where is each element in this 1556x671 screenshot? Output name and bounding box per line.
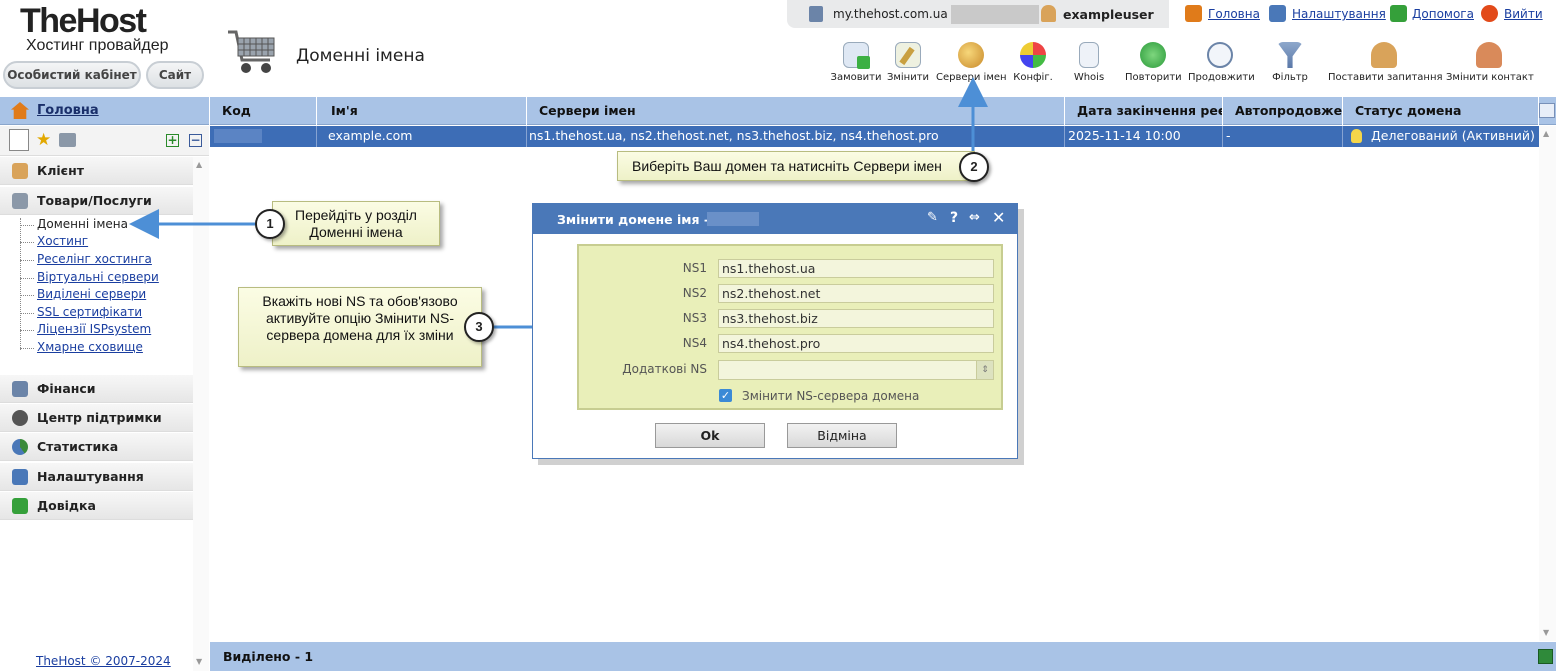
change-ns-label: Змінити NS-сервера домена [742, 389, 920, 403]
callout-1: Перейдіть у розділ Доменні імена [272, 201, 440, 246]
cancel-button[interactable]: Відміна [787, 423, 897, 448]
callout-2: Виберіть Ваш домен та натисніть Сервери … [617, 151, 975, 181]
step-number-1: 1 [255, 209, 285, 239]
resize-icon[interactable]: ⇔ [969, 210, 980, 225]
ns1-label: NS1 [682, 261, 707, 275]
ns2-label: NS2 [682, 286, 707, 300]
ns1-input[interactable]: ns1.thehost.ua [718, 259, 994, 278]
redacted-domain [707, 212, 759, 226]
ok-button[interactable]: Ok [655, 423, 765, 448]
pin-icon[interactable]: ✎ [927, 210, 938, 225]
extra-ns-label: Додаткові NS [622, 362, 707, 376]
ns4-label: NS4 [682, 336, 707, 350]
dialog-form: NS1 ns1.thehost.ua NS2 ns2.thehost.net N… [577, 244, 1003, 410]
step-number-3: 3 [464, 312, 494, 342]
step-number-2: 2 [959, 152, 989, 182]
callout-3: Вкажіть нові NS та обов'язово активуйте … [238, 287, 482, 367]
ns3-input[interactable]: ns3.thehost.biz [718, 309, 994, 328]
help-icon[interactable]: ? [950, 210, 958, 226]
extra-ns-input[interactable]: ⇕ [718, 360, 994, 380]
ns2-input[interactable]: ns2.thehost.net [718, 284, 994, 303]
ns3-label: NS3 [682, 311, 707, 325]
edit-domain-dialog: Змінити домене імя - ✎ ? ⇔ ✕ NS1 ns1.the… [532, 203, 1018, 459]
dialog-title: Змінити домене імя - [557, 212, 710, 227]
close-icon[interactable]: ✕ [992, 208, 1005, 227]
dialog-titlebar[interactable]: Змінити домене імя - ✎ ? ⇔ ✕ [533, 204, 1017, 234]
ns4-input[interactable]: ns4.thehost.pro [718, 334, 994, 353]
stepper-icon[interactable]: ⇕ [976, 361, 993, 379]
change-ns-checkbox[interactable]: ✓ [719, 389, 732, 402]
